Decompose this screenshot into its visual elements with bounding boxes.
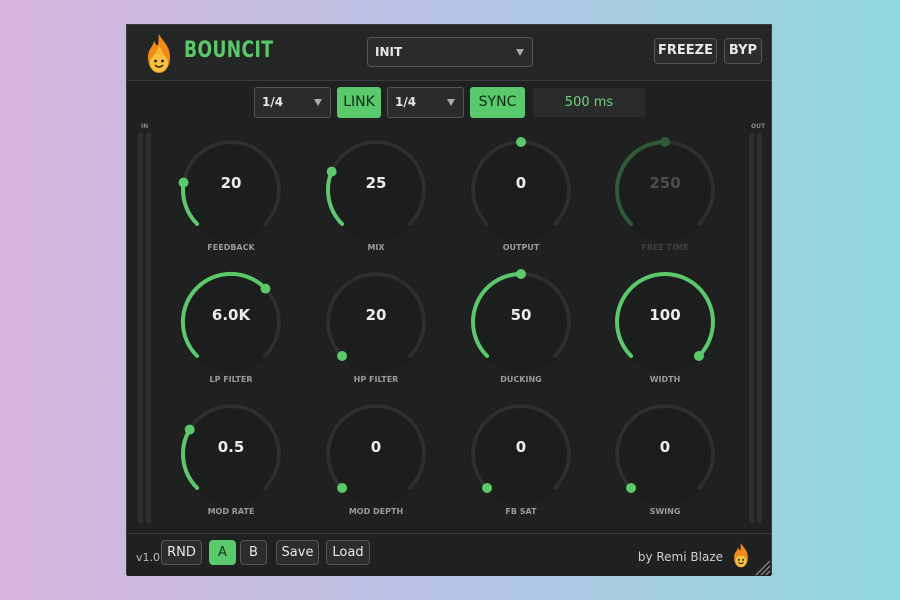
- knob-label: WIDTH: [649, 375, 681, 384]
- knob-free-time[interactable]: 250 FREE TIME: [610, 135, 720, 255]
- knob-label: MIX: [367, 243, 385, 252]
- chevron-down-icon: [447, 99, 455, 106]
- knob-value: 25: [365, 174, 387, 192]
- output-meter-label: OUT: [751, 123, 766, 130]
- delay-time-display[interactable]: 500 ms: [533, 88, 645, 117]
- bypass-button[interactable]: BYP: [724, 38, 762, 64]
- knob-label: MOD RATE: [207, 507, 255, 516]
- knob-indicator: [337, 482, 348, 493]
- knob-width[interactable]: 100 WIDTH: [610, 267, 720, 387]
- chevron-down-icon: [516, 49, 524, 56]
- knob-label: FB SAT: [505, 507, 537, 516]
- sync-button[interactable]: SYNC: [470, 87, 525, 118]
- knob-value: 0: [515, 174, 527, 192]
- knob-feedback[interactable]: 20 FEEDBACK: [176, 135, 286, 255]
- right-division-value: 1/4: [395, 95, 417, 109]
- knob-indicator: [260, 283, 271, 294]
- preset-value: INIT: [375, 45, 403, 59]
- app-title: BOUNCIT: [184, 38, 274, 63]
- input-meter-label: IN: [141, 123, 149, 130]
- knob-value: 250: [649, 174, 681, 192]
- knob-label: SWING: [649, 507, 681, 516]
- chevron-down-icon: [314, 99, 322, 106]
- knob-label: HP FILTER: [353, 375, 399, 384]
- knob-label: FREE TIME: [641, 243, 689, 252]
- version-label: v1.0.: [136, 551, 164, 564]
- resize-grip-icon[interactable]: [753, 558, 771, 576]
- flame-face-icon: [148, 34, 170, 73]
- footer-bar: v1.0. RND A B Save Load by Remi Blaze: [127, 533, 771, 576]
- flame-face-icon: [734, 543, 748, 568]
- knob-indicator: [693, 350, 704, 361]
- knob-output[interactable]: 0 OUTPUT: [466, 135, 576, 255]
- knob-swing[interactable]: 0 SWING: [610, 399, 720, 519]
- knob-indicator: [660, 137, 670, 147]
- knob-mod-depth[interactable]: 0 MOD DEPTH: [321, 399, 431, 519]
- right-division-dropdown[interactable]: 1/4: [387, 87, 464, 118]
- knob-value: 6.0K: [211, 306, 251, 324]
- author-credit: by Remi Blaze: [637, 550, 723, 564]
- knob-indicator: [516, 137, 526, 147]
- knob-label: OUTPUT: [502, 243, 540, 252]
- knob-label: DUCKING: [500, 375, 542, 384]
- link-button[interactable]: LINK: [337, 87, 381, 118]
- plugin-window: BOUNCIT INIT FREEZE BYP 1/4 LINK 1/4 SYN…: [126, 24, 772, 576]
- knob-value: 20: [365, 306, 387, 324]
- freeze-button[interactable]: FREEZE: [654, 38, 717, 64]
- left-division-dropdown[interactable]: 1/4: [254, 87, 331, 118]
- random-button[interactable]: RND: [161, 540, 202, 565]
- load-button[interactable]: Load: [326, 540, 370, 565]
- input-level-meter: [138, 133, 151, 523]
- preset-a-button[interactable]: A: [209, 540, 236, 565]
- knob-indicator: [482, 482, 493, 493]
- knob-indicator: [516, 269, 526, 279]
- preset-dropdown[interactable]: INIT: [367, 37, 533, 67]
- knob-value: 20: [220, 174, 242, 192]
- knob-lp-filter[interactable]: 6.0K LP FILTER: [176, 267, 286, 387]
- knob-fb-sat[interactable]: 0 FB SAT: [466, 399, 576, 519]
- knob-indicator: [626, 482, 637, 493]
- knob-ducking[interactable]: 50 DUCKING: [466, 267, 576, 387]
- knob-label: FEEDBACK: [207, 243, 255, 252]
- knob-value: 0: [370, 438, 382, 456]
- knob-indicator: [337, 350, 348, 361]
- knob-hp-filter[interactable]: 20 HP FILTER: [321, 267, 431, 387]
- knob-mix[interactable]: 25 MIX: [321, 135, 431, 255]
- knob-value: 0: [659, 438, 671, 456]
- output-level-meter: [749, 133, 762, 523]
- header-bar: BOUNCIT INIT FREEZE BYP: [127, 25, 771, 81]
- knob-label: MOD DEPTH: [348, 507, 404, 516]
- knob-value: 0: [515, 438, 527, 456]
- knob-value: 100: [649, 306, 681, 324]
- knob-value: 50: [510, 306, 532, 324]
- preset-b-button[interactable]: B: [240, 540, 267, 565]
- knob-label: LP FILTER: [209, 375, 253, 384]
- knob-mod-rate[interactable]: 0.5 MOD RATE: [176, 399, 286, 519]
- knob-indicator: [184, 424, 195, 435]
- save-button[interactable]: Save: [276, 540, 319, 565]
- knob-value: 0.5: [217, 438, 245, 456]
- left-division-value: 1/4: [262, 95, 284, 109]
